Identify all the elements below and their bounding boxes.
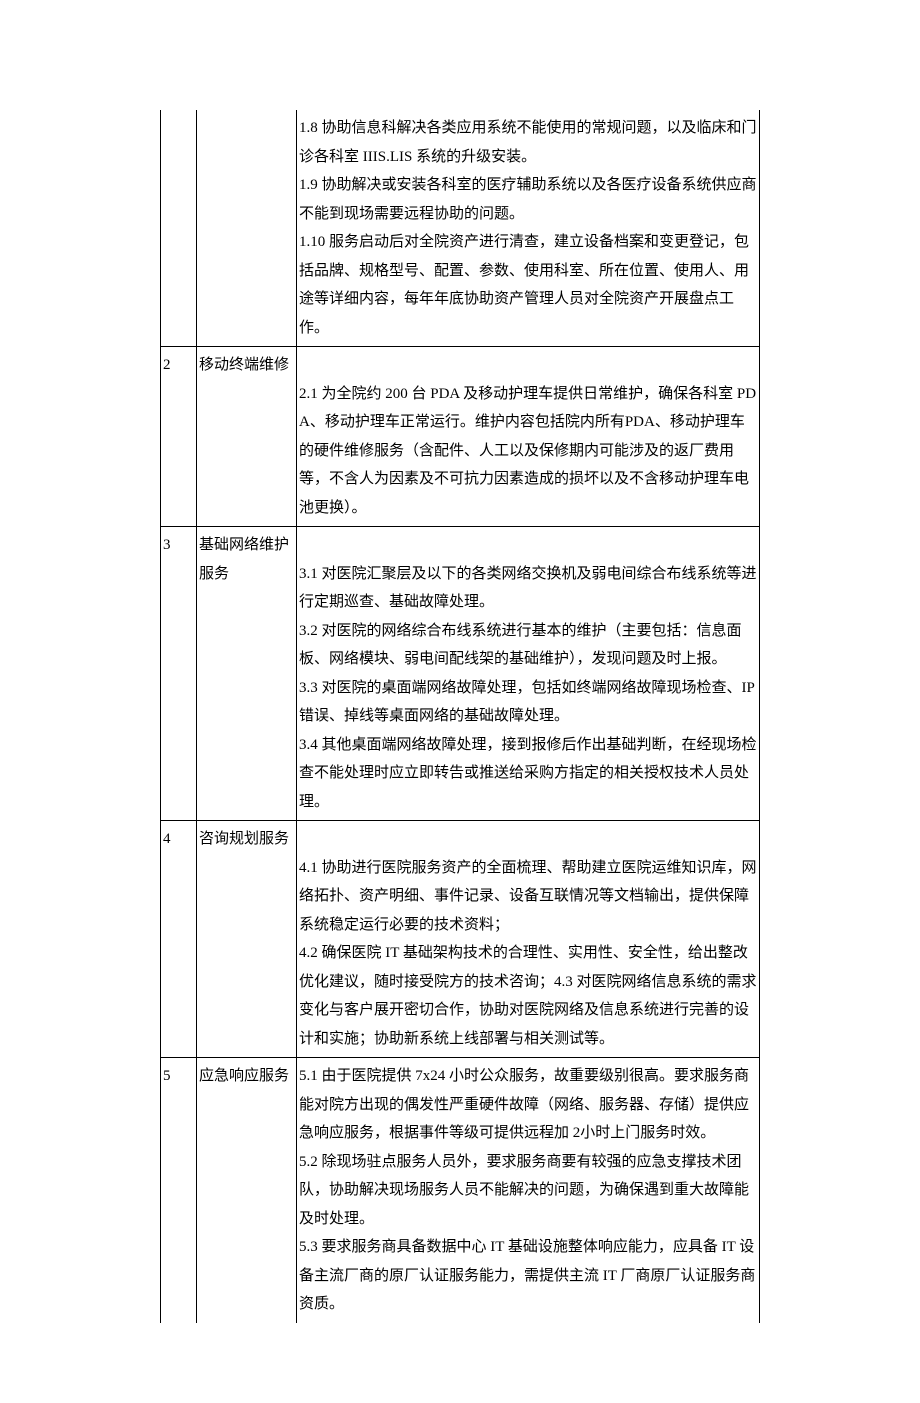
table-row: 5 应急响应服务 5.1 由于医院提供 7x24 小时公众服务，故重要级别很高。… (161, 1058, 760, 1323)
table-row: 1.8 协助信息科解决各类应用系统不能使用的常规问题，以及临床和门诊各科室 II… (161, 110, 760, 347)
service-table: 1.8 协助信息科解决各类应用系统不能使用的常规问题，以及临床和门诊各科室 II… (160, 110, 760, 1323)
cell-desc: 5.1 由于医院提供 7x24 小时公众服务，故重要级别很高。要求服务商能对院方… (297, 1058, 760, 1323)
cell-desc: 2.1 为全院约 200 台 PDA 及移动护理车提供日常维护，确保各科室 PD… (297, 347, 760, 527)
cell-num: 4 (161, 821, 197, 1058)
table-row: 4 咨询规划服务 4.1 协助进行医院服务资产的全面梳理、帮助建立医院运维知识库… (161, 821, 760, 1058)
table-row: 3 基础网络维护服务 3.1 对医院汇聚层及以下的各类网络交换机及弱电间综合布线… (161, 527, 760, 821)
cell-name: 应急响应服务 (197, 1058, 297, 1323)
cell-desc: 1.8 协助信息科解决各类应用系统不能使用的常规问题，以及临床和门诊各科室 II… (297, 110, 760, 347)
cell-desc: 4.1 协助进行医院服务资产的全面梳理、帮助建立医院运维知识库，网络拓扑、资产明… (297, 821, 760, 1058)
cell-num: 3 (161, 527, 197, 821)
cell-num: 2 (161, 347, 197, 527)
cell-num: 5 (161, 1058, 197, 1323)
table-row: 2 移动终端维修 2.1 为全院约 200 台 PDA 及移动护理车提供日常维护… (161, 347, 760, 527)
cell-name: 咨询规划服务 (197, 821, 297, 1058)
cell-name: 移动终端维修 (197, 347, 297, 527)
cell-desc: 3.1 对医院汇聚层及以下的各类网络交换机及弱电间综合布线系统等进行定期巡查、基… (297, 527, 760, 821)
cell-name (197, 110, 297, 347)
cell-name: 基础网络维护服务 (197, 527, 297, 821)
cell-num (161, 110, 197, 347)
